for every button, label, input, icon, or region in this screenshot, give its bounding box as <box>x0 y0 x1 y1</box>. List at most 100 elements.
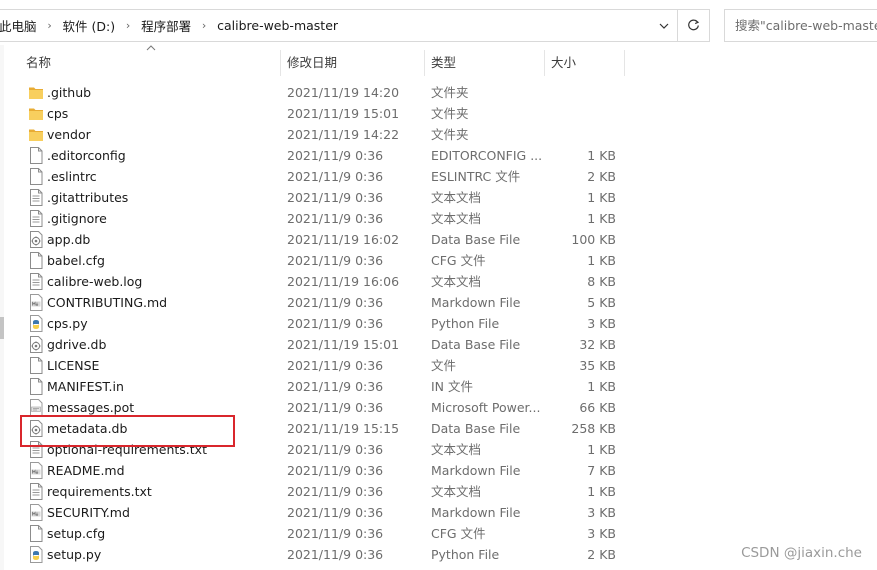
file-size: 3 KB <box>587 526 616 541</box>
file-type: Python File <box>431 316 500 331</box>
markdown-file-icon <box>28 462 44 479</box>
file-date-modified: 2021/11/9 0:36 <box>287 211 384 226</box>
column-divider[interactable] <box>624 50 625 76</box>
file-size: 3 KB <box>587 505 616 520</box>
file-type: Data Base File <box>431 337 521 352</box>
file-name: README.md <box>47 463 125 478</box>
file-date-modified: 2021/11/9 0:36 <box>287 463 384 478</box>
python-file-icon <box>28 546 44 563</box>
breadcrumb-this-pc[interactable]: 此电脑 <box>0 16 39 35</box>
refresh-button[interactable] <box>677 10 709 41</box>
file-size: 32 KB <box>579 337 616 352</box>
file-row[interactable]: .eslintrc 2021/11/9 0:36 ESLINTRC 文件 2 KB <box>20 166 625 187</box>
breadcrumb-deploy-folder[interactable]: 程序部署 <box>139 16 193 35</box>
file-type: CFG 文件 <box>431 253 486 268</box>
file-size: 2 KB <box>587 169 616 184</box>
file-type: Microsoft Power... <box>431 400 541 415</box>
file-row[interactable]: cps 2021/11/19 15:01 文件夹 <box>20 103 625 124</box>
file-name: app.db <box>47 232 91 247</box>
file-row[interactable]: MANIFEST.in 2021/11/9 0:36 IN 文件 1 KB <box>20 376 625 397</box>
file-row[interactable]: babel.cfg 2021/11/9 0:36 CFG 文件 1 KB <box>20 250 625 271</box>
file-row[interactable]: messages.pot 2021/11/9 0:36 Microsoft Powe… <box>20 397 625 418</box>
breadcrumb-chevron-icon[interactable]: › <box>193 19 215 32</box>
file-row[interactable]: optional-requirements.txt 2021/11/9 0:36 文… <box>20 439 625 460</box>
file-name: .editorconfig <box>47 148 126 163</box>
file-row[interactable]: metadata.db 2021/11/19 15:15 Data Base Fil… <box>20 418 625 439</box>
file-date-modified: 2021/11/19 16:06 <box>287 274 400 289</box>
file-date-modified: 2021/11/9 0:36 <box>287 526 384 541</box>
file-row[interactable]: vendor 2021/11/19 14:22 文件夹 <box>20 124 625 145</box>
file-size: 258 KB <box>571 421 616 436</box>
file-size <box>546 82 616 103</box>
file-name: messages.pot <box>47 400 135 415</box>
file-date-modified: 2021/11/9 0:36 <box>287 169 384 184</box>
search-input[interactable] <box>725 10 877 41</box>
file-type: 文件夹 <box>431 127 469 142</box>
file-type: IN 文件 <box>431 379 474 394</box>
file-row[interactable]: .gitattributes 2021/11/9 0:36 文本文档 1 KB <box>20 187 625 208</box>
file-row[interactable]: requirements.txt 2021/11/9 0:36 文本文档 1 KB <box>20 481 625 502</box>
navigation-pane <box>0 45 4 570</box>
file-row[interactable]: setup.py 2021/11/9 0:36 Python File 2 KB <box>20 544 625 565</box>
file-list: .github 2021/11/19 14:20 文件夹 cps 2021/11/19 … <box>20 82 625 565</box>
file-name: babel.cfg <box>47 253 105 268</box>
file-date-modified: 2021/11/9 0:36 <box>287 358 384 373</box>
file-type: Data Base File <box>431 232 521 247</box>
file-size: 3 KB <box>587 316 616 331</box>
text-file-icon <box>28 189 44 206</box>
file-row[interactable]: gdrive.db 2021/11/19 15:01 Data Base File 3… <box>20 334 625 355</box>
address-history-button[interactable] <box>651 10 677 41</box>
column-size[interactable]: 大小 <box>545 45 624 81</box>
file-name: LICENSE <box>47 358 100 373</box>
database-file-icon <box>28 336 44 353</box>
file-name: cps.py <box>47 316 88 331</box>
file-row[interactable]: README.md 2021/11/9 0:36 Markdown File 7 KB <box>20 460 625 481</box>
file-type: Data Base File <box>431 421 521 436</box>
file-date-modified: 2021/11/9 0:36 <box>287 190 384 205</box>
file-type: 文件夹 <box>431 85 469 100</box>
file-name: setup.py <box>47 547 102 562</box>
file-size: 35 KB <box>579 358 616 373</box>
breadcrumb-drive-d[interactable]: 软件 (D:) <box>61 16 118 35</box>
address-bar[interactable]: 此电脑 › 软件 (D:) › 程序部署 › calibre-web-maste… <box>0 9 710 42</box>
file-date-modified: 2021/11/9 0:36 <box>287 400 384 415</box>
file-date-modified: 2021/11/9 0:36 <box>287 295 384 310</box>
column-type[interactable]: 类型 <box>425 45 544 81</box>
file-date-modified: 2021/11/9 0:36 <box>287 547 384 562</box>
folder-icon <box>28 105 44 122</box>
file-row[interactable]: setup.cfg 2021/11/9 0:36 CFG 文件 3 KB <box>20 523 625 544</box>
file-name: setup.cfg <box>47 526 106 541</box>
file-row[interactable]: .github 2021/11/19 14:20 文件夹 <box>20 82 625 103</box>
file-row[interactable]: LICENSE 2021/11/9 0:36 文件 35 KB <box>20 355 625 376</box>
file-type: 文本文档 <box>431 190 482 205</box>
breadcrumb-chevron-icon[interactable]: › <box>117 19 139 32</box>
file-date-modified: 2021/11/19 15:01 <box>287 106 400 121</box>
file-name: cps <box>47 106 69 121</box>
file-size: 100 KB <box>571 232 616 247</box>
file-row[interactable]: CONTRIBUTING.md 2021/11/9 0:36 Markdown Fi… <box>20 292 625 313</box>
file-row[interactable]: SECURITY.md 2021/11/9 0:36 Markdown File 3 … <box>20 502 625 523</box>
file-date-modified: 2021/11/19 15:15 <box>287 421 400 436</box>
navigation-pane-scroll-thumb[interactable] <box>0 317 4 339</box>
file-row[interactable]: calibre-web.log 2021/11/19 16:06 文本文档 8 KB <box>20 271 625 292</box>
file-name: .gitattributes <box>47 190 129 205</box>
file-size: 1 KB <box>587 379 616 394</box>
file-icon <box>28 252 44 269</box>
column-name[interactable]: 名称 <box>20 45 280 81</box>
file-date-modified: 2021/11/19 14:22 <box>287 127 400 142</box>
file-date-modified: 2021/11/9 0:36 <box>287 316 384 331</box>
breadcrumb-current-folder[interactable]: calibre-web-master <box>215 18 340 33</box>
file-date-modified: 2021/11/19 16:02 <box>287 232 400 247</box>
file-size: 1 KB <box>587 442 616 457</box>
file-row[interactable]: cps.py 2021/11/9 0:36 Python File 3 KB <box>20 313 625 334</box>
breadcrumb-chevron-icon[interactable]: › <box>39 19 61 32</box>
column-header: 名称 修改日期 类型 大小 <box>20 45 625 81</box>
file-date-modified: 2021/11/9 0:36 <box>287 253 384 268</box>
column-date-modified[interactable]: 修改日期 <box>281 45 424 81</box>
file-row[interactable]: .gitignore 2021/11/9 0:36 文本文档 1 KB <box>20 208 625 229</box>
file-row[interactable]: app.db 2021/11/19 16:02 Data Base File 100 … <box>20 229 625 250</box>
file-type: 文本文档 <box>431 484 482 499</box>
file-row[interactable]: .editorconfig 2021/11/9 0:36 EDITORCONFIG … <box>20 145 625 166</box>
search-box[interactable] <box>724 9 877 42</box>
text-file-icon <box>28 210 44 227</box>
